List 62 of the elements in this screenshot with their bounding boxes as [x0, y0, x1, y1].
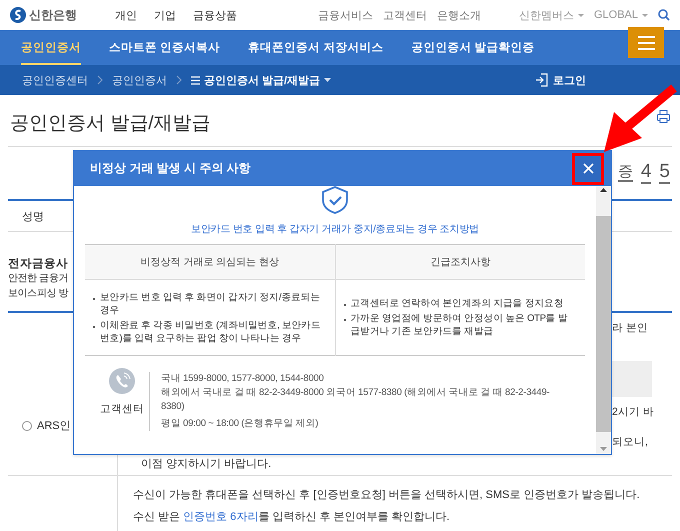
chevron-icon	[176, 75, 182, 85]
body-text: 라 본인	[612, 321, 649, 335]
scrollbar-thumb[interactable]	[596, 216, 611, 432]
body-text: 수신이 가능한 휴대폰을 선택하신 후 [인증번호요청] 버튼을 선택하시면, SMS로 인증번호가 발송됩니다.	[133, 488, 641, 502]
breadcrumb-link[interactable]: 공인인증서	[112, 72, 167, 88]
menu-link[interactable]: 개인	[115, 8, 137, 22]
breadcrumb-link[interactable]: 공인인증센터	[22, 72, 88, 88]
list-item-text: 이체완료 후 각종 비밀번호 (계좌비밀번호, 보안카드 번호)를 입력 요구하는 팝업 창이 나타나는 경우	[100, 318, 322, 344]
contact-text: 해외에서 국내로 걸 때 82-2-3449-8000 외국어 1577-8380 (해외에서 국내로 걸 때 82-2-3449-8380)	[161, 386, 551, 414]
section-text: 안전한 금융거	[8, 272, 68, 286]
login-link[interactable]: 로그인	[535, 72, 586, 88]
logo-icon	[10, 7, 26, 23]
section-text: 보이스피싱 방	[8, 287, 68, 301]
ars-radio-option[interactable]: ARS인	[22, 418, 71, 433]
nav-tab[interactable]: 휴대폰인증서 저장서비스	[248, 30, 384, 65]
contact-text: 평일 09:00 ~ 18:00 (은행휴무일 제외)	[161, 417, 320, 431]
print-icon[interactable]	[657, 110, 670, 123]
menu-link[interactable]: 금융상품	[193, 8, 237, 22]
column-header: 긴급조치사항	[335, 244, 585, 280]
utility-link[interactable]: 고객센터	[382, 8, 427, 22]
chevron-icon	[97, 75, 103, 85]
login-icon	[535, 73, 548, 87]
radio-button[interactable]	[22, 420, 32, 430]
step-number: 5	[659, 162, 670, 184]
section-title: 전자금융사	[8, 257, 68, 271]
column-header: 비정상적 거래로 의심되는 현상	[85, 244, 335, 280]
caret-icon	[578, 14, 584, 16]
body-text: 이점 양지하시기 바랍니다.	[141, 457, 272, 471]
text-link[interactable]: 인증번호 6자리	[183, 511, 258, 523]
list-icon	[191, 76, 200, 84]
field-label: 성명	[22, 210, 44, 224]
step-label: 증	[618, 164, 633, 182]
dropdown-link[interactable]: 신한멤버스	[518, 8, 584, 22]
nav-tab[interactable]: 공인인증서 발급확인증	[411, 30, 535, 65]
dialog-title: 비정상 거래 발생 시 주의 사항	[90, 160, 251, 177]
caret-icon	[642, 14, 648, 16]
scrollbar[interactable]	[596, 186, 611, 454]
body-text: 2시기 바	[612, 405, 655, 419]
body-text: 되오니,	[612, 435, 649, 449]
contact-label: 고객센터	[100, 402, 144, 416]
bank-logo[interactable]: 신한은행	[10, 6, 77, 24]
page-title: 공인인증서 발급/재발급	[10, 112, 211, 136]
utility-link[interactable]: 은행소개	[436, 8, 481, 22]
menu-button[interactable]	[628, 27, 664, 58]
menu-link[interactable]: 기업	[154, 8, 176, 22]
phone-icon	[109, 368, 135, 394]
section-heading: 보안카드 번호 입력 후 갑자기 거래가 중지/종료되는 경우 조치방법	[191, 223, 479, 236]
utility-link[interactable]: 금융서비스	[318, 8, 373, 22]
form-panel	[612, 361, 652, 397]
menu-icon	[638, 34, 654, 50]
dropdown-link[interactable]: GLOBAL	[594, 9, 648, 21]
search-icon[interactable]	[658, 9, 670, 21]
list-item-text: 고객센터로 연락하여 본인계좌의 지급을 정지요청	[350, 297, 564, 310]
close-icon	[582, 163, 594, 174]
list-item-text: 보안카드 번호 입력 후 화면이 갑자기 정지/종료되는 경우	[100, 290, 322, 316]
body-text: 수신 받은 인증번호 6자리를 입력하신 후 본인여부를 확인합니다.	[133, 510, 451, 524]
nav-tab[interactable]: 스마트폰 인증서복사	[109, 30, 220, 65]
contact-text: 국내 1599-8000, 1577-8000, 1544-8000	[161, 372, 325, 386]
step-number: 4	[640, 162, 652, 184]
list-item-text: 가까운 영업점에 방문하여 안정성이 높은 OTP를 발급받거나 기존 보안카드를 재발급	[350, 312, 568, 338]
caret-icon	[324, 78, 332, 82]
breadcrumb-dropdown[interactable]: 공인인증서 발급/재발급	[191, 72, 332, 88]
